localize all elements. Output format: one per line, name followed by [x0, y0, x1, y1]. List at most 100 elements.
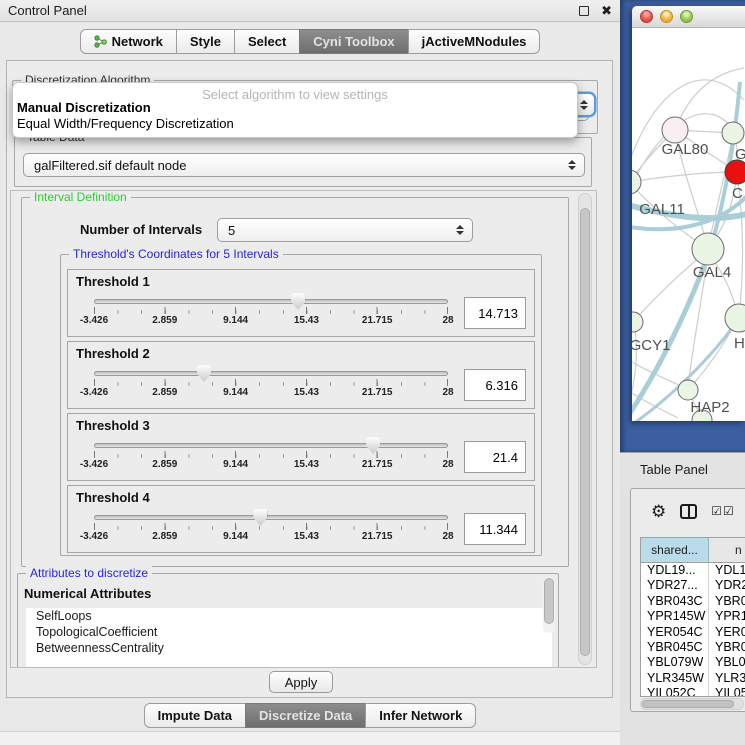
split-columns-icon[interactable]	[680, 504, 697, 519]
settings-vertical-scrollbar[interactable]	[578, 193, 592, 665]
tab-discretize-data[interactable]: Discretize Data	[245, 703, 366, 728]
tab-jactivemnodules[interactable]: jActiveMNodules	[408, 29, 541, 54]
tab-cyni-toolbox[interactable]: Cyni Toolbox	[299, 29, 408, 54]
tab-network[interactable]: Network	[80, 29, 177, 54]
tick-label: -3.426	[80, 387, 108, 398]
table-cell[interactable]: YER054C	[709, 625, 745, 640]
control-panel-titlebar: Control Panel ✖	[0, 0, 620, 22]
node-gal11[interactable]	[632, 170, 641, 194]
algorithm-popup-hint: Select algorithm to view settings	[13, 83, 577, 100]
table-cell[interactable]: YBL079W	[641, 655, 708, 670]
gear-icon[interactable]: ⚙	[651, 503, 666, 520]
threshold-1-label: Threshold 1	[76, 274, 526, 289]
slider-track[interactable]	[94, 515, 448, 520]
node-hap2-label: HAP2	[690, 399, 729, 416]
numerical-attributes-list[interactable]: SelfLoopsTopologicalCoefficientBetweenne…	[26, 608, 552, 668]
window-title: Control Panel	[8, 3, 87, 18]
table-cell[interactable]: YBR043C	[709, 594, 745, 609]
table-column-name[interactable]: YDL19...YDR27...YBR043CYPR145WYER054CYBR…	[709, 563, 745, 697]
table-cell[interactable]: YIL052C	[641, 686, 708, 697]
slider-track[interactable]	[94, 299, 448, 304]
threshold-3-value-field[interactable]: 21.4	[464, 441, 526, 473]
tick-label: -3.426	[80, 459, 108, 470]
scrollbar-thumb[interactable]	[580, 208, 590, 656]
node-gal4[interactable]	[692, 233, 724, 265]
table-cell[interactable]: YLR345W	[709, 671, 745, 686]
slider-track[interactable]	[94, 371, 448, 376]
float-window-icon[interactable]	[579, 6, 589, 16]
column-header-name[interactable]: n	[709, 538, 745, 562]
tab-select[interactable]: Select	[234, 29, 300, 54]
table-cell[interactable]: YDL19...	[641, 563, 708, 578]
table-cell[interactable]: YIL052C	[709, 686, 745, 697]
threshold-3-slider[interactable]: -3.4262.8599.14415.4321.71528	[94, 443, 448, 473]
tab-impute-data[interactable]: Impute Data	[144, 703, 246, 728]
popup-option-manual-discretization[interactable]: Manual Discretization	[13, 100, 577, 116]
popup-option-equal-width-frequency[interactable]: Equal Width/Frequency Discretization	[13, 116, 577, 132]
node-gcy1[interactable]	[632, 312, 643, 332]
table-cell[interactable]: YDR27...	[641, 578, 708, 593]
table-column-shared-name[interactable]: YDL19...YDR27...YBR043CYPR145WYER054CYBR…	[641, 563, 709, 697]
table-body: YDL19...YDR27...YBR043CYPR145WYER054CYBR…	[641, 563, 745, 697]
select-columns-icon[interactable]: ☑☑	[711, 504, 735, 518]
tab-network-label: Network	[112, 34, 163, 49]
node-red-selected[interactable]	[725, 160, 745, 184]
table-cell[interactable]: YPR145W	[709, 609, 745, 624]
number-of-intervals-spinner[interactable]: 5	[217, 218, 473, 242]
slider-tick-labels: -3.4262.8599.14415.4321.71528	[94, 315, 448, 327]
scrollbar-thumb[interactable]	[544, 578, 554, 624]
thresholds-legend: Threshold's Coordinates for 5 Intervals	[69, 247, 283, 261]
tab-style[interactable]: Style	[176, 29, 235, 54]
tick-label: 2.859	[152, 459, 177, 470]
tab-impute-data-label: Impute Data	[158, 708, 232, 723]
column-header-shared-name[interactable]: shared...	[641, 538, 709, 562]
threshold-2-slider[interactable]: -3.4262.8599.14415.4321.71528	[94, 371, 448, 401]
minimize-traffic-light[interactable]	[660, 10, 673, 23]
node-top-right[interactable]	[722, 122, 744, 144]
threshold-1-value-field[interactable]: 14.713	[464, 297, 526, 329]
threshold-4-value-field[interactable]: 11.344	[464, 513, 526, 545]
network-canvas[interactable]: GAL80 GA C GAL11 GAL4 GCY1 H HAP2	[632, 28, 745, 421]
apply-button[interactable]: Apply	[269, 671, 333, 693]
slider-ticks	[94, 379, 448, 386]
tick-label: 21.715	[362, 315, 393, 326]
zoom-traffic-light[interactable]	[680, 10, 693, 23]
table-cell[interactable]: YPR145W	[641, 609, 708, 624]
tick-label: 9.144	[223, 459, 248, 470]
threshold-4-slider[interactable]: -3.4262.8599.14415.4321.71528	[94, 515, 448, 545]
attributes-list-scrollbar[interactable]	[543, 577, 555, 633]
scrollbar-thumb[interactable]	[642, 700, 734, 708]
threshold-2-value-field[interactable]: 6.316	[464, 369, 526, 401]
attribute-list-item[interactable]: BetweennessCentrality	[26, 640, 552, 656]
node-gal80[interactable]	[662, 117, 688, 143]
table-horizontal-scrollbar[interactable]	[640, 698, 744, 710]
slider-tick-labels: -3.4262.8599.14415.4321.71528	[94, 387, 448, 399]
table-cell[interactable]: YBR043C	[641, 594, 708, 609]
threshold-1-slider[interactable]: -3.4262.8599.14415.4321.71528	[94, 299, 448, 329]
table-cell[interactable]: YLR345W	[641, 671, 708, 686]
tick-label: 21.715	[362, 531, 393, 542]
table-cell[interactable]: YER054C	[641, 625, 708, 640]
node-right-h[interactable]	[725, 304, 745, 332]
table-cell[interactable]: YBR045C	[641, 640, 708, 655]
table-cell[interactable]: YDL19...	[709, 563, 745, 578]
tick-label: 15.43	[294, 387, 319, 398]
slider-ticks	[94, 451, 448, 458]
slider-track[interactable]	[94, 443, 448, 448]
attribute-list-item[interactable]: TopologicalCoefficient	[26, 624, 552, 640]
table-cell[interactable]: YDR27...	[709, 578, 745, 593]
table-cell[interactable]: YBR045C	[709, 640, 745, 655]
interval-definition-legend: Interval Definition	[30, 190, 131, 204]
node-hap2[interactable]	[678, 380, 698, 400]
table-cell[interactable]: YBL079W	[709, 655, 745, 670]
attribute-list-item[interactable]: SelfLoops	[26, 608, 552, 624]
table-data-combobox[interactable]: galFiltered.sif default node	[23, 153, 585, 177]
table-header-row: shared... n	[641, 538, 745, 563]
bottom-tab-bar: Impute Data Discretize Data Infer Networ…	[0, 703, 620, 728]
close-traffic-light[interactable]	[640, 10, 653, 23]
close-icon[interactable]: ✖	[601, 4, 612, 17]
tick-label: 15.43	[294, 315, 319, 326]
node-attribute-table: shared... n YDL19...YDR27...YBR043CYPR14…	[640, 537, 745, 697]
tab-infer-network[interactable]: Infer Network	[365, 703, 476, 728]
tick-label: 21.715	[362, 459, 393, 470]
